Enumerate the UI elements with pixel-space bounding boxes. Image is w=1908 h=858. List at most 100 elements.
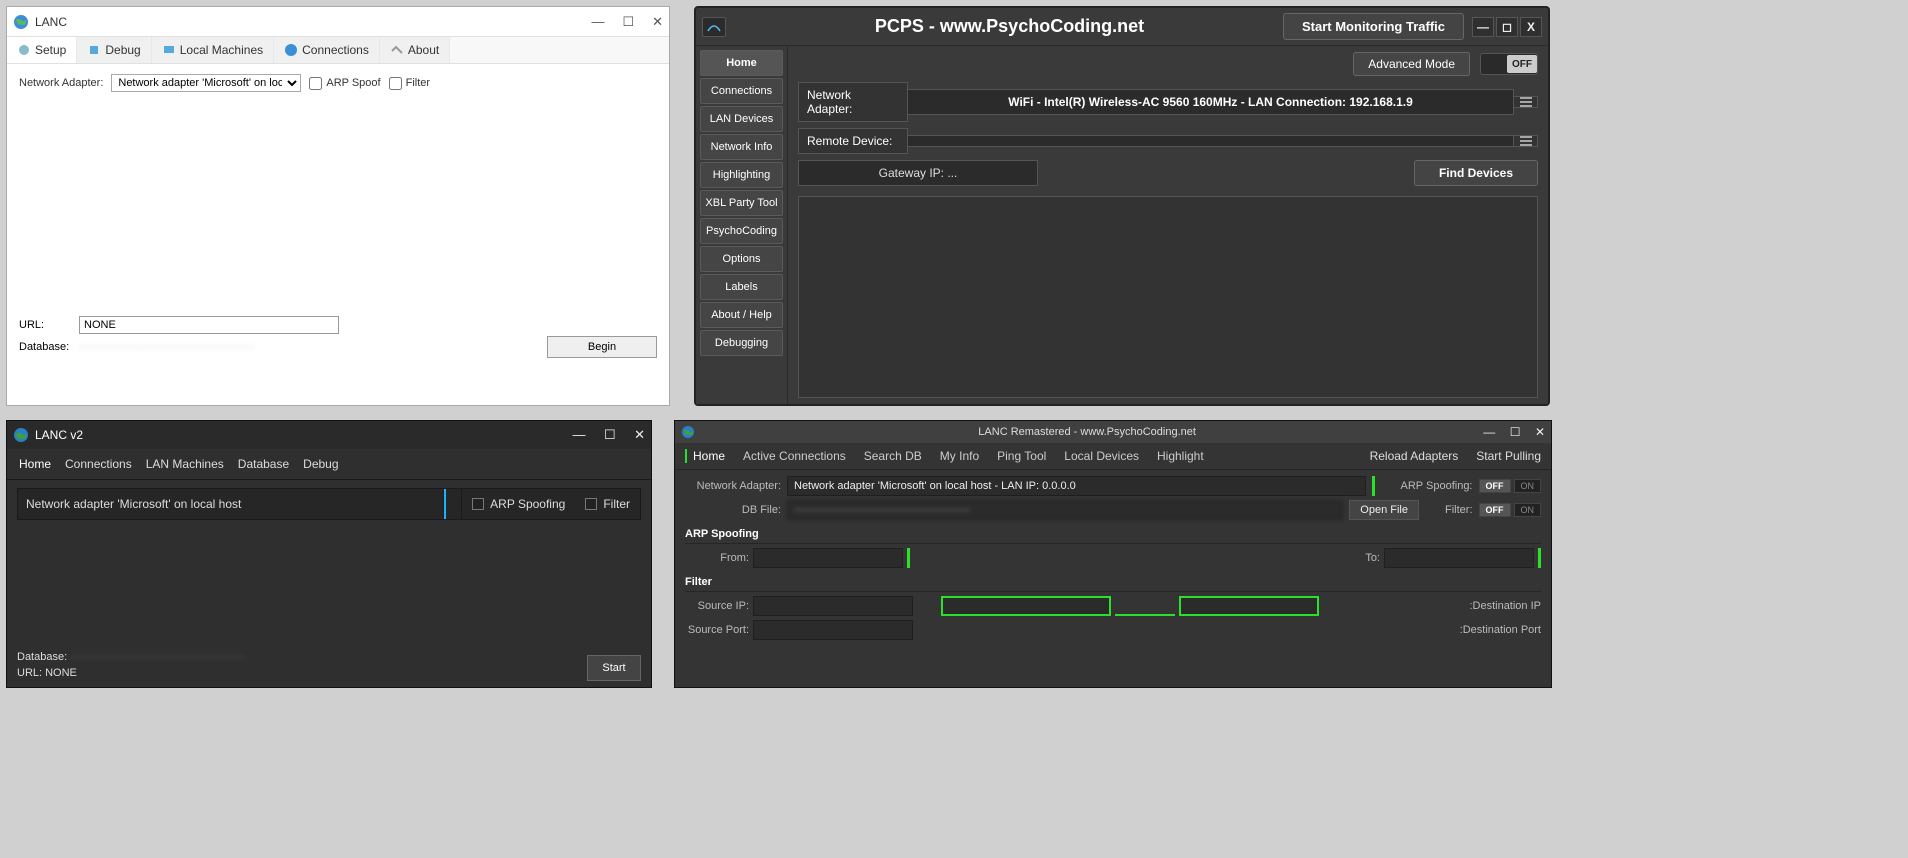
adapter-stepper[interactable] [1372,476,1375,496]
arp-spoofing-checkbox[interactable]: ARP Spoofing [462,491,575,517]
lanc-remastered-window: LANC Remastered - www.PsychoCoding.net —… [674,420,1552,688]
lancv2-window: LANC v2 — ☐ ✕ Home Connections LAN Machi… [6,420,652,688]
sidebar-item-connections[interactable]: Connections [700,78,783,104]
titlebar: LANC v2 — ☐ ✕ [7,421,651,449]
minimize-button[interactable]: — [591,14,604,30]
titlebar: LANC — ☐ ✕ [7,7,669,37]
adapter-select[interactable]: Network adapter 'Microsoft' on local hos… [111,74,301,92]
content-panel: Advanced Mode OFF Network Adapter: WiFi … [788,46,1548,404]
from-stepper[interactable] [907,548,910,568]
tab-search-db[interactable]: Search DB [864,449,922,463]
network-adapter-value: WiFi - Intel(R) Wireless-AC 9560 160MHz … [908,89,1514,115]
maximize-button[interactable]: ☐ [604,427,616,442]
titlebar: PCPS - www.PsychoCoding.net Start Monito… [696,8,1548,46]
sidebar-item-about-help[interactable]: About / Help [700,302,783,328]
sidebar-item-psychocoding[interactable]: PsychoCoding [700,218,783,244]
adapter-stepper[interactable] [444,489,462,519]
remote-menu-icon[interactable] [1514,135,1538,147]
maximize-button[interactable]: ◻ [1496,17,1518,37]
tab-local-devices[interactable]: Local Devices [1064,449,1139,463]
sidebar-item-options[interactable]: Options [700,246,783,272]
tab-local-machines[interactable]: Local Machines [152,37,274,63]
maximize-button[interactable]: ☐ [1510,425,1521,439]
url-label: URL: [19,319,65,331]
tab-active-connections[interactable]: Active Connections [743,449,846,463]
filter-checkbox[interactable]: Filter [389,77,430,90]
sidebar-item-network-info[interactable]: Network Info [700,134,783,160]
close-button[interactable]: ✕ [652,14,663,30]
database-path: ········································… [70,651,246,663]
start-monitoring-button[interactable]: Start Monitoring Traffic [1283,13,1464,40]
tab-bar: Home Active Connections Search DB My Inf… [675,443,1551,470]
source-ip-input[interactable] [753,596,913,616]
arp-spoofing-section-header: ARP Spoofing [685,528,1541,544]
db-file-value: ········································… [787,500,1343,520]
tab-connections[interactable]: Connections [65,457,132,471]
sidebar-item-home[interactable]: Home [700,50,783,76]
tab-debug[interactable]: Debug [303,457,338,471]
sidebar-item-highlighting[interactable]: Highlighting [700,162,783,188]
sidebar-item-lan-devices[interactable]: LAN Devices [700,106,783,132]
tab-debug[interactable]: Debug [77,37,151,63]
filter-section-header: Filter [685,576,1541,592]
source-port-input[interactable] [753,620,913,640]
source-ip-label: Source IP: [685,600,749,612]
minimize-button[interactable]: — [573,427,586,442]
url-input[interactable] [79,316,339,334]
tab-highlight[interactable]: Highlight [1157,449,1204,463]
close-button[interactable]: X [1520,17,1542,37]
filter-checkbox[interactable]: Filter [575,491,640,517]
advanced-mode-button[interactable]: Advanced Mode [1353,52,1470,76]
lanc-window: LANC — ☐ ✕ Setup Debug Local Machines Co… [6,6,670,406]
master-toggle[interactable]: OFF [1480,53,1538,75]
adapter-value: Network adapter 'Microsoft' on local hos… [18,491,444,517]
remote-device-value [908,135,1514,147]
app-logo-icon [702,17,726,37]
database-path: ········································… [79,341,255,353]
adapter-row: Network adapter 'Microsoft' on local hos… [17,488,641,520]
minimize-button[interactable]: — [1483,425,1495,439]
filter-toggle[interactable]: OFFON [1479,503,1542,517]
open-file-button[interactable]: Open File [1349,500,1419,520]
find-devices-button[interactable]: Find Devices [1414,160,1538,186]
sidebar: Home Connections LAN Devices Network Inf… [696,46,788,404]
window-title: PCPS - www.PsychoCoding.net [736,16,1283,37]
tab-about[interactable]: About [380,37,450,63]
close-button[interactable]: ✕ [1535,425,1545,439]
start-pulling-button[interactable]: Start Pulling [1476,449,1541,463]
remote-device-field: Remote Device: [798,128,1538,154]
adapter-menu-icon[interactable] [1514,96,1538,108]
filter-box-1[interactable] [941,596,1111,616]
tab-database[interactable]: Database [238,457,289,471]
minimize-button[interactable]: — [1472,17,1494,37]
tab-home[interactable]: Home [19,457,51,471]
to-input[interactable] [1384,548,1534,568]
tab-setup[interactable]: Setup [7,37,77,63]
sidebar-item-xbl-party[interactable]: XBL Party Tool [700,190,783,216]
window-title: LANC [35,15,591,29]
db-file-label: DB File: [685,504,781,516]
sidebar-item-debugging[interactable]: Debugging [700,330,783,356]
begin-button[interactable]: Begin [547,336,657,358]
tab-connections[interactable]: Connections [274,37,380,63]
maximize-button[interactable]: ☐ [622,14,634,30]
reload-adapters-button[interactable]: Reload Adapters [1370,449,1459,463]
close-button[interactable]: ✕ [634,427,645,442]
tab-my-info[interactable]: My Info [940,449,979,463]
filter-box-2[interactable] [1179,596,1319,616]
sidebar-item-labels[interactable]: Labels [700,274,783,300]
arp-spoofing-toggle[interactable]: OFFON [1479,479,1542,493]
database-label: Database: [17,651,67,663]
device-list-area [798,196,1538,398]
globe-icon [13,427,29,443]
to-stepper[interactable] [1538,548,1541,568]
filter-toggle-label: Filter: [1445,504,1473,516]
source-port-label: Source Port: [685,624,749,636]
start-button[interactable]: Start [587,655,641,681]
from-input[interactable] [753,548,903,568]
tab-lan-machines[interactable]: LAN Machines [146,457,224,471]
arp-spoof-checkbox[interactable]: ARP Spoof [309,77,380,90]
home-panel: Network adapter 'Microsoft' on local hos… [7,480,651,528]
tab-home[interactable]: Home [685,449,725,463]
tab-ping-tool[interactable]: Ping Tool [997,449,1046,463]
